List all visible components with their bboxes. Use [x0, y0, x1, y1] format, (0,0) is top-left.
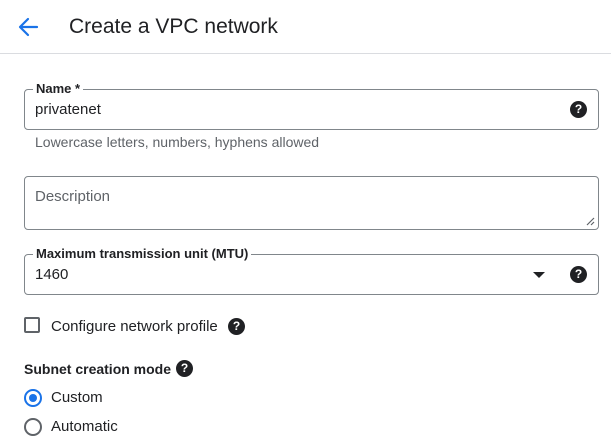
radio-custom[interactable] — [24, 389, 42, 407]
radio-automatic[interactable] — [24, 418, 42, 436]
mtu-select[interactable]: Maximum transmission unit (MTU) 1460 ? — [24, 246, 599, 295]
name-field-value[interactable]: privatenet — [35, 101, 101, 119]
mtu-selected-value: 1460 — [35, 266, 69, 283]
radio-automatic-label[interactable]: Automatic — [51, 418, 118, 436]
name-field-label: Name * — [33, 81, 84, 97]
network-profile-checkbox[interactable] — [24, 317, 40, 333]
name-field-hint: Lowercase letters, numbers, hyphens allo… — [35, 134, 320, 150]
back-button[interactable] — [14, 13, 42, 41]
mtu-field-label: Maximum transmission unit (MTU) — [33, 246, 252, 262]
help-icon[interactable]: ? — [570, 101, 587, 118]
help-icon[interactable]: ? — [228, 318, 245, 335]
help-icon[interactable]: ? — [570, 266, 587, 283]
radio-custom-label[interactable]: Custom — [51, 389, 103, 407]
subnet-creation-mode-title: Subnet creation mode — [24, 361, 172, 377]
description-field[interactable]: Description — [24, 176, 599, 230]
description-placeholder: Description — [35, 188, 111, 205]
help-icon[interactable]: ? — [176, 360, 193, 377]
resize-handle-icon[interactable] — [585, 216, 595, 226]
page-title: Create a VPC network — [69, 15, 278, 38]
chevron-down-icon[interactable] — [533, 272, 545, 278]
arrow-left-icon — [18, 17, 39, 37]
network-profile-label[interactable]: Configure network profile — [51, 318, 218, 336]
page-header: Create a VPC network — [0, 0, 611, 54]
name-field[interactable]: Name * privatenet ? — [24, 81, 599, 130]
